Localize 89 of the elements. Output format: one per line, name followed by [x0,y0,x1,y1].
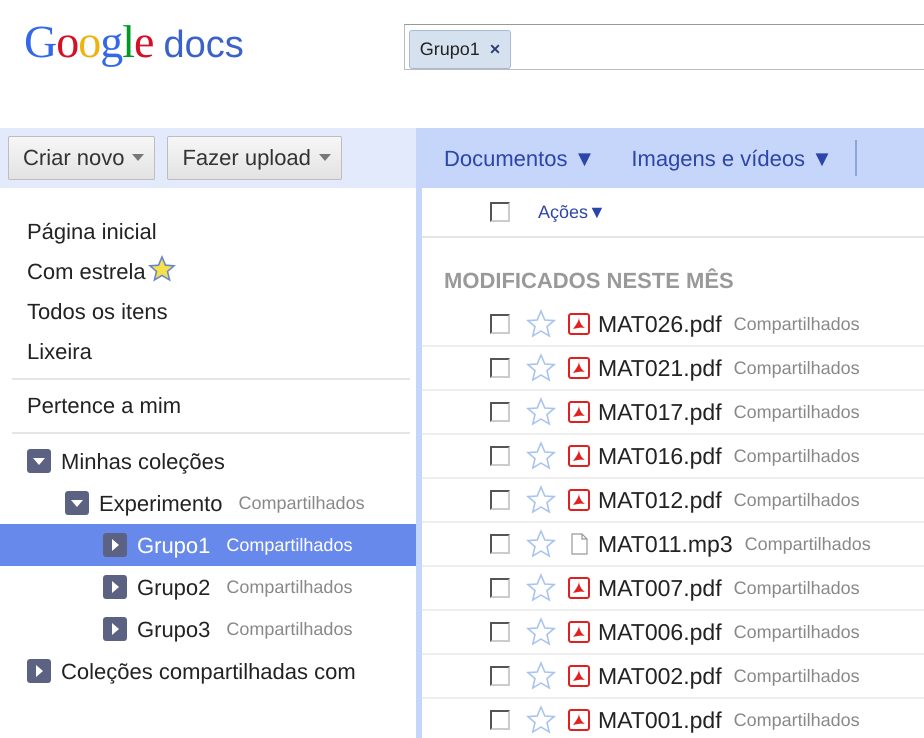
row-checkbox[interactable] [490,402,510,422]
collapse-icon[interactable] [27,449,51,473]
row-checkbox[interactable] [490,490,510,510]
expand-icon[interactable] [103,575,127,599]
sidebar-link[interactable]: Com estrela [0,252,416,292]
pdf-file-icon [568,357,590,379]
dropdown-button[interactable]: Fazer upload [167,136,342,180]
collection-item[interactable]: Experimento Compartilhados [0,482,416,524]
file-row[interactable]: MAT012.pdf Compartilhados [422,479,924,523]
shared-label: Compartilhados [744,532,871,556]
view-tab[interactable]: Documentos ▼ [444,142,596,174]
shared-label: Compartilhados [734,664,860,688]
shared-label: Compartilhados [734,576,860,600]
star-icon[interactable] [526,573,556,603]
file-row[interactable]: MAT001.pdf Compartilhados [422,699,924,738]
section-heading: MODIFICADOS NESTE MÊS [443,267,735,295]
collection-item[interactable]: Grupo3 Compartilhados [0,608,416,650]
collection-item[interactable]: Grupo2 Compartilhados [0,566,416,608]
file-name-link[interactable]: MAT001.pdf [598,702,722,738]
file-row[interactable]: MAT016.pdf Compartilhados [422,435,924,479]
pdf-file-icon [568,577,590,599]
star-icon[interactable] [526,661,556,691]
star-icon[interactable] [526,353,556,383]
star-icon[interactable] [526,309,556,339]
actions-menu[interactable]: Ações▼ [538,198,606,226]
sidebar-link[interactable]: Lixeira [0,332,416,372]
star-icon[interactable] [526,397,556,427]
row-checkbox[interactable] [490,358,510,378]
dropdown-button[interactable]: Criar novo [8,136,156,180]
file-row[interactable]: MAT021.pdf Compartilhados [422,347,924,391]
shared-label: Compartilhados [734,400,860,424]
file-row[interactable]: MAT017.pdf Compartilhados [422,391,924,435]
filter-label: Grupo1 [420,38,480,61]
expand-icon[interactable] [103,533,127,557]
row-checkbox[interactable] [490,446,510,466]
file-row[interactable]: MAT007.pdf Compartilhados [422,567,924,611]
star-icon [148,255,176,283]
pdf-file-icon [568,489,590,511]
shared-label: Compartilhados [734,356,860,380]
row-checkbox[interactable] [490,314,510,334]
caret-icon [132,154,144,162]
file-name-link[interactable]: MAT007.pdf [598,570,722,606]
shared-label: Compartilhados [734,708,860,732]
file-name-link[interactable]: MAT012.pdf [598,482,722,518]
sidebar-link[interactable]: Pertence a mim [0,386,416,426]
file-name-link[interactable]: MAT026.pdf [598,306,722,342]
file-name-link[interactable]: MAT006.pdf [598,614,722,650]
row-checkbox[interactable] [490,710,510,730]
star-icon[interactable] [526,529,556,559]
caret-icon [318,154,331,162]
star-icon[interactable] [526,485,556,515]
pdf-file-icon [568,621,590,643]
star-icon[interactable] [526,705,556,735]
collection-item[interactable]: Coleções compartilhadas com [0,650,416,692]
row-checkbox[interactable] [490,666,510,686]
pdf-file-icon [568,445,590,467]
collection-item[interactable]: Minhas coleções [0,440,416,482]
row-checkbox[interactable] [490,534,510,554]
file-name-link[interactable]: MAT021.pdf [598,350,722,386]
file-row[interactable]: MAT002.pdf Compartilhados [422,655,924,699]
view-tab[interactable]: Imagens e vídeos ▼ [631,142,833,174]
row-checkbox[interactable] [490,578,510,598]
shared-label: Compartilhados [734,444,860,468]
shared-label: Compartilhados [734,488,860,512]
row-checkbox[interactable] [490,622,510,642]
file-row[interactable]: MAT026.pdf Compartilhados [422,303,924,347]
pdf-file-icon [568,665,590,687]
file-name-link[interactable]: MAT016.pdf [598,438,722,474]
expand-icon[interactable] [103,617,127,641]
star-icon[interactable] [526,441,556,471]
shared-label: Compartilhados [734,620,860,644]
sidebar-link[interactable]: Página inicial [0,212,416,252]
sidebar-link[interactable]: Todos os itens [0,292,416,332]
file-row[interactable]: MAT006.pdf Compartilhados [422,611,924,655]
remove-filter-button[interactable]: × [490,36,500,63]
pdf-file-icon [568,709,590,731]
file-row[interactable]: MAT011.mp3 Compartilhados [422,523,924,567]
star-icon[interactable] [526,617,556,647]
file-name-link[interactable]: MAT017.pdf [598,394,722,430]
google-docs-logo[interactable]: Google docs [24,18,244,128]
pdf-file-icon [568,401,590,423]
collapse-icon[interactable] [65,491,89,515]
file-name-link[interactable]: MAT011.mp3 [598,526,733,562]
shared-label: Compartilhados [734,312,860,336]
select-all-checkbox[interactable] [490,202,510,222]
pdf-file-icon [568,313,590,335]
search-field[interactable]: Grupo1 × [404,24,924,70]
expand-icon[interactable] [27,659,51,683]
file-name-link[interactable]: MAT002.pdf [598,658,722,694]
